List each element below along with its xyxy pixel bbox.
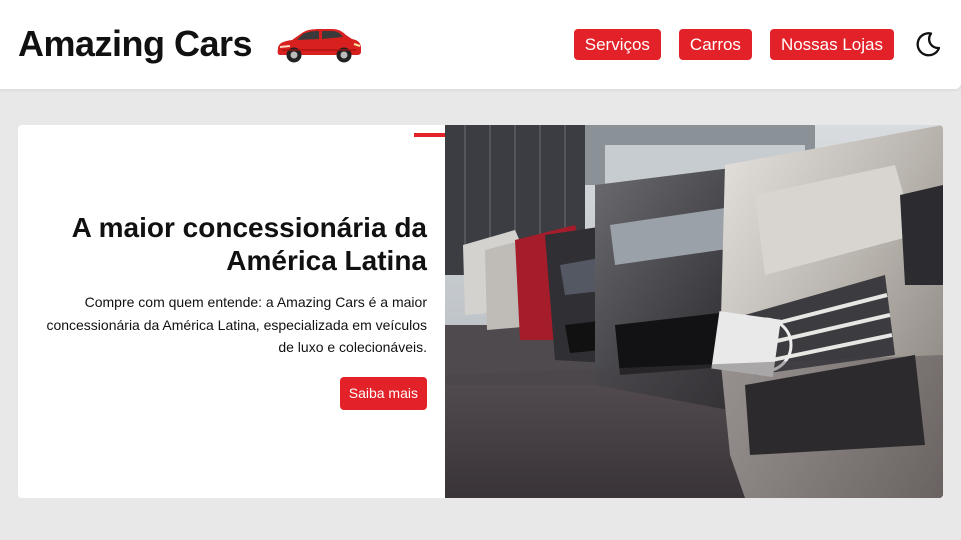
nav-servicos-button[interactable]: Serviços <box>573 29 661 60</box>
red-car-icon <box>277 29 361 63</box>
moon-icon[interactable] <box>914 30 942 58</box>
hero-description: Compre com quem entende: a Amazing Cars … <box>46 294 427 355</box>
nav-nossas-lojas-button[interactable]: Nossas Lojas <box>769 29 894 60</box>
learn-more-button[interactable]: Saiba mais <box>339 376 427 410</box>
row-of-parked-luxury-cars-photo <box>445 125 943 498</box>
brand-title[interactable]: Amazing Cars <box>18 22 253 66</box>
hero-card: A maior concessionária da América Latina… <box>18 125 943 498</box>
nav-carros-button[interactable]: Carros <box>678 29 752 60</box>
main-nav: Serviços Carros Nossas Lojas <box>573 29 894 60</box>
hero-text-block: A maior concessionária da América Latina… <box>34 211 427 410</box>
hero-title: A maior concessionária da América Latina <box>71 212 427 276</box>
site-header: Amazing Cars Serviços Carros Nossas Loja… <box>0 0 961 89</box>
